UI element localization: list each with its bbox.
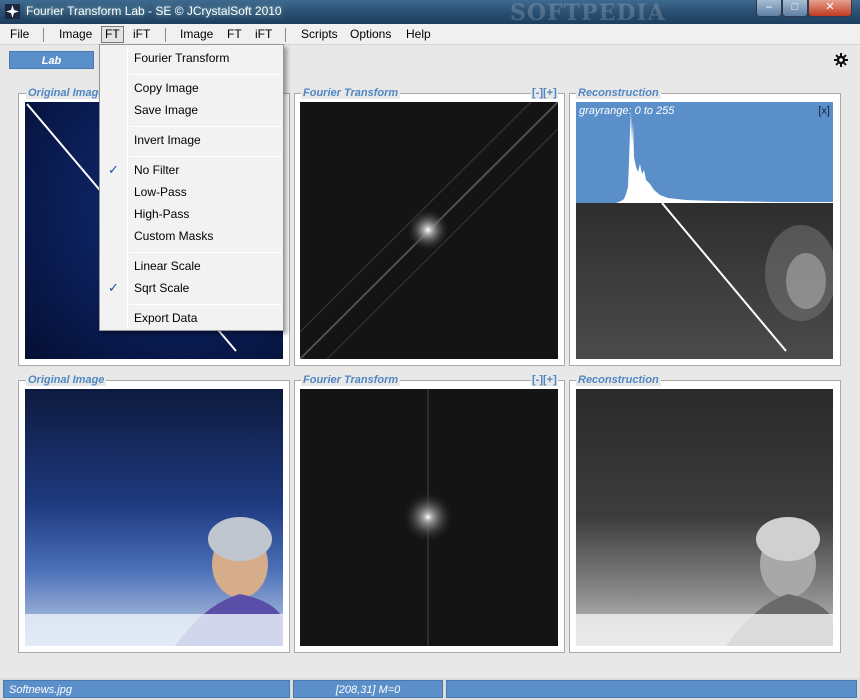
reconstruction-image-bottom[interactable]: [576, 389, 833, 646]
panel-label-recon-bottom: Reconstruction: [576, 374, 661, 386]
menu-item-export-data[interactable]: Export Data: [134, 308, 197, 328]
menu-ft-1[interactable]: FT: [101, 26, 124, 43]
menu-file[interactable]: File: [8, 27, 31, 44]
tab-lab[interactable]: Lab: [9, 51, 94, 69]
histogram: grayrange: 0 to 255 [x]: [576, 102, 833, 203]
menu-item-custom-masks[interactable]: Custom Masks: [134, 226, 213, 246]
menu-divider: [130, 156, 281, 157]
zoom-controls-top[interactable]: [-][+]: [531, 87, 558, 99]
menu-ift-1[interactable]: iFT: [131, 27, 152, 44]
menu-item-high-pass[interactable]: High-Pass: [134, 204, 189, 224]
ft-dropdown-menu: Fourier Transform Copy Image Save Image …: [99, 44, 284, 331]
menu-separator: [43, 28, 44, 42]
menu-item-low-pass[interactable]: Low-Pass: [134, 182, 187, 202]
menu-divider: [130, 74, 281, 75]
panel-label-original-bottom: Original Image: [26, 374, 107, 386]
menu-gutter: [127, 47, 128, 328]
menu-item-copy-image[interactable]: Copy Image: [134, 78, 199, 98]
window-title: Fourier Transform Lab - SE © JCrystalSof…: [26, 4, 282, 18]
menu-item-save-image[interactable]: Save Image: [134, 100, 198, 120]
menu-separator: [285, 28, 286, 42]
menu-item-fourier-transform[interactable]: Fourier Transform: [134, 48, 229, 68]
menu-scripts[interactable]: Scripts: [299, 27, 340, 44]
menu-ft-2[interactable]: FT: [225, 27, 244, 44]
fourier-image-bottom[interactable]: [300, 389, 558, 646]
status-bar: Softnews.jpg [208,31] M=0: [0, 678, 860, 700]
histogram-close-button[interactable]: [x]: [818, 105, 830, 117]
menu-separator: [165, 28, 166, 42]
status-coordinates: [208,31] M=0: [293, 680, 443, 698]
menu-help[interactable]: Help: [404, 27, 433, 44]
app-icon: [5, 4, 20, 19]
menu-image-1[interactable]: Image: [57, 27, 94, 44]
status-filename: Softnews.jpg: [3, 680, 290, 698]
menu-item-sqrt-scale[interactable]: Sqrt Scale: [134, 278, 189, 298]
close-button[interactable]: ✕: [808, 0, 852, 17]
minimize-button[interactable]: –: [756, 0, 782, 17]
gray-range-label: grayrange: 0 to 255: [579, 105, 675, 117]
menu-item-invert-image[interactable]: Invert Image: [134, 130, 201, 150]
status-extra: [446, 680, 857, 698]
menu-divider: [130, 252, 281, 253]
zoom-controls-bottom[interactable]: [-][+]: [531, 374, 558, 386]
menu-bar: File Image FT iFT Image FT iFT Scripts O…: [0, 24, 860, 45]
fourier-image-top[interactable]: [300, 102, 558, 359]
menu-ift-2[interactable]: iFT: [253, 27, 274, 44]
menu-options[interactable]: Options: [348, 27, 393, 44]
gear-icon[interactable]: [833, 52, 849, 68]
menu-divider: [130, 126, 281, 127]
menu-item-no-filter[interactable]: No Filter: [134, 160, 179, 180]
menu-image-2[interactable]: Image: [178, 27, 215, 44]
panel-label-recon-top: Reconstruction: [576, 87, 661, 99]
panel-label-original-top: Original Image: [26, 87, 107, 99]
reconstruction-image-top[interactable]: [576, 203, 833, 359]
check-icon: ✓: [108, 280, 119, 295]
panel-label-ft-bottom: Fourier Transform: [301, 374, 401, 386]
panel-label-ft-top: Fourier Transform: [301, 87, 401, 99]
menu-divider: [130, 304, 281, 305]
title-bar: Fourier Transform Lab - SE © JCrystalSof…: [0, 0, 860, 26]
menu-item-linear-scale[interactable]: Linear Scale: [134, 256, 201, 276]
check-icon: ✓: [108, 162, 119, 177]
watermark: SOFTPEDIA: [510, 0, 666, 26]
maximize-button[interactable]: □: [782, 0, 808, 17]
original-image-bottom[interactable]: [25, 389, 283, 646]
